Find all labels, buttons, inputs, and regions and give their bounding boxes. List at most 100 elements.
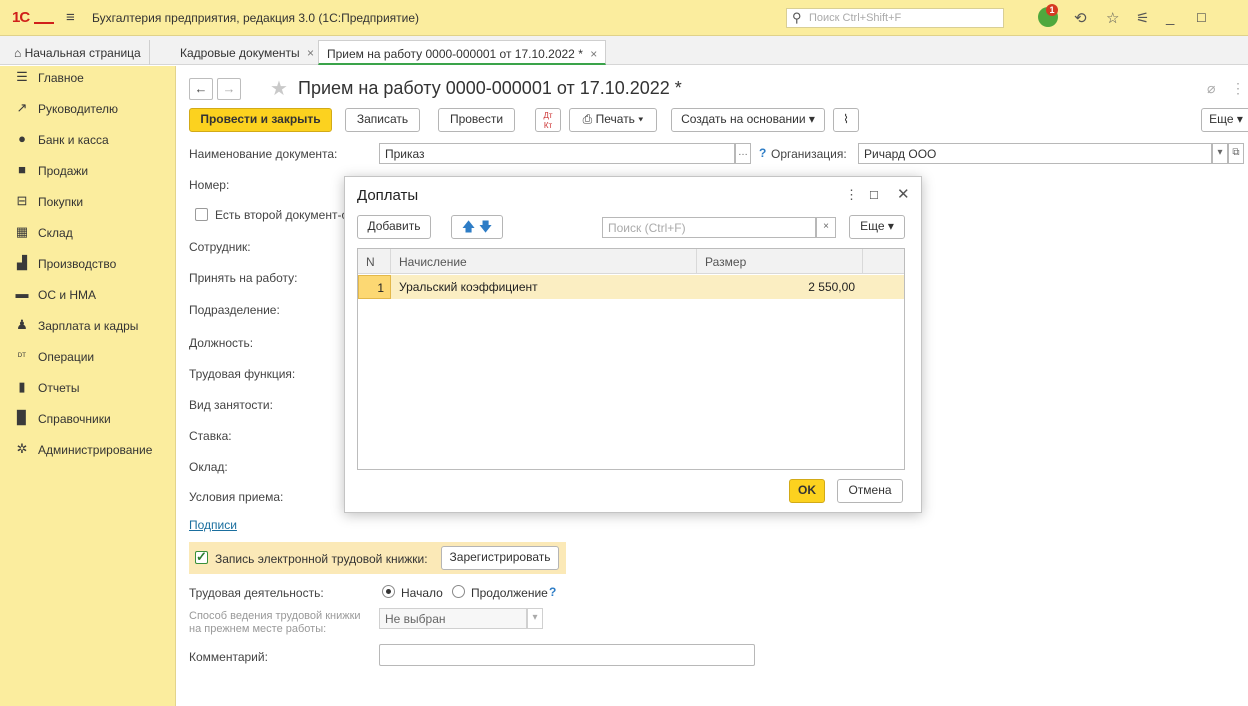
ok-button[interactable]: OK: [789, 479, 825, 503]
maximize-icon[interactable]: ☐: [1196, 11, 1207, 25]
history-icon[interactable]: ⟲: [1074, 9, 1087, 27]
electronic-workbook-checkbox[interactable]: [195, 549, 208, 565]
method-select[interactable]: Не выбран: [379, 608, 527, 629]
sidebar-item-label: Склад: [38, 226, 73, 240]
save-button[interactable]: Записать: [345, 108, 420, 132]
doc-name-field[interactable]: Приказ: [379, 143, 735, 164]
more-options-icon[interactable]: ⋮: [845, 187, 858, 203]
sidebar-item-administration[interactable]: ✲ Администрирование: [0, 438, 176, 462]
sidebar-item-sales[interactable]: ■ Продажи: [0, 159, 176, 183]
sidebar-item-label: Операции: [38, 350, 95, 364]
forward-button[interactable]: →: [217, 78, 241, 100]
close-icon[interactable]: ×: [307, 46, 314, 60]
column-header[interactable]: N: [358, 249, 391, 274]
radio-start[interactable]: [382, 585, 395, 598]
minimize-icon[interactable]: _: [1166, 9, 1174, 26]
main-menu-icon[interactable]: ≡: [66, 9, 75, 26]
favorite-star-icon[interactable]: ★: [270, 76, 288, 101]
link-icon[interactable]: ⌀: [1207, 80, 1215, 97]
second-doc-label: Есть второй документ-о: [215, 208, 349, 222]
accrual-cell[interactable]: Уральский коэффициент: [399, 275, 689, 299]
dt-kt-button[interactable]: Дт Кт: [535, 108, 561, 132]
post-and-close-button[interactable]: Провести и закрыть: [189, 108, 332, 132]
back-button[interactable]: ←: [189, 78, 213, 100]
conditions-label: Условия приема:: [189, 490, 284, 504]
radio-start-label: Начало: [401, 586, 443, 600]
sidebar-item-label: Продажи: [38, 164, 89, 178]
comment-field[interactable]: [379, 644, 755, 666]
dialog-more-button[interactable]: Еще ▾: [849, 215, 905, 239]
employment-type-label: Вид занятости:: [189, 398, 273, 412]
column-header[interactable]: Начисление: [391, 249, 697, 274]
select-button[interactable]: …: [735, 143, 751, 164]
salary-label: Оклад:: [189, 460, 228, 474]
global-search-input[interactable]: ⚲ Поиск Ctrl+Shift+F: [786, 8, 1004, 28]
print-button[interactable]: ⎙ Печать ▾: [569, 108, 657, 132]
open-icon[interactable]: ⧉: [1228, 143, 1244, 164]
add-button[interactable]: Добавить: [357, 215, 431, 239]
document-title: Прием на работу 0000-000001 от 17.10.202…: [298, 78, 682, 98]
arrow-up-icon[interactable]: 🡅: [462, 219, 475, 234]
more-button[interactable]: Еще ▾: [1201, 108, 1248, 132]
amount-cell[interactable]: 2 550,00: [697, 275, 855, 299]
help-icon[interactable]: ?: [549, 585, 556, 599]
close-icon[interactable]: ×: [590, 47, 597, 61]
dialog-search-input[interactable]: Поиск (Ctrl+F): [602, 217, 816, 238]
sidebar-item-main[interactable]: ☰ Главное: [0, 66, 176, 90]
tab-hr-documents[interactable]: Кадровые документы ×: [172, 40, 323, 65]
sidebar-item-salary[interactable]: ♟ Зарплата и кадры: [0, 314, 176, 338]
row-number: 1: [358, 275, 391, 299]
trend-icon: ↗: [16, 100, 28, 115]
global-search-placeholder: Поиск Ctrl+Shift+F: [809, 12, 902, 24]
register-button[interactable]: Зарегистрировать: [441, 546, 559, 570]
sidebar-item-production[interactable]: ▟ Производство: [0, 252, 176, 276]
column-header[interactable]: Размер: [697, 249, 863, 274]
radio-continue[interactable]: [452, 585, 465, 598]
tab-label: Прием на работу 0000-000001 от 17.10.202…: [327, 47, 583, 61]
coin-icon: ●: [18, 131, 26, 146]
organization-field[interactable]: Ричард ООО: [858, 143, 1212, 164]
sidebar-item-purchases[interactable]: ⊟ Покупки: [0, 190, 176, 214]
sidebar-item-label: Зарплата и кадры: [38, 319, 139, 333]
close-icon[interactable]: ✕: [897, 185, 910, 203]
maximize-icon[interactable]: ☐: [869, 189, 879, 202]
electronic-workbook-panel: Запись электронной трудовой книжки: Заре…: [189, 542, 566, 574]
employee-label: Сотрудник:: [189, 240, 251, 254]
sidebar-item-reports[interactable]: ▮ Отчеты: [0, 376, 176, 400]
sidebar-item-warehouse[interactable]: ▦ Склад: [0, 221, 176, 245]
post-button[interactable]: Провести: [438, 108, 515, 132]
sidebar-item-catalogs[interactable]: ▉ Справочники: [0, 407, 176, 431]
attach-button[interactable]: ⌇: [833, 108, 859, 132]
sidebar-item-manager[interactable]: ↗ Руководителю: [0, 97, 176, 121]
truck-icon: ▬: [15, 286, 29, 301]
notifications-badge: 1: [1046, 4, 1058, 16]
search-icon: ⚲: [792, 10, 802, 25]
table-row[interactable]: 1 Уральский коэффициент 2 550,00: [358, 275, 904, 299]
position-label: Должность:: [189, 336, 254, 350]
clear-search-icon[interactable]: ×: [816, 217, 836, 238]
create-based-on-button[interactable]: Создать на основании ▾: [671, 108, 825, 132]
sidebar-item-label: ОС и НМА: [38, 288, 97, 302]
favorites-icon[interactable]: ☆: [1106, 9, 1119, 27]
chevron-down-icon[interactable]: ▾: [1212, 143, 1228, 164]
more-options-icon[interactable]: ⋮: [1231, 80, 1245, 97]
number-label: Номер:: [189, 178, 230, 192]
tab-home[interactable]: ⌂ Начальная страница: [6, 40, 150, 65]
second-doc-checkbox[interactable]: [195, 208, 208, 221]
arrow-down-icon[interactable]: 🡇: [479, 219, 492, 234]
radio-continue-label: Продолжение: [471, 586, 548, 600]
move-buttons: 🡅 🡇: [451, 215, 503, 239]
sidebar-item-operations[interactable]: ᴰᵀ Операции: [0, 345, 176, 369]
help-icon[interactable]: ?: [759, 146, 766, 160]
settings-menu-icon[interactable]: ⚟: [1136, 9, 1149, 27]
cancel-button[interactable]: Отмена: [837, 479, 903, 503]
sidebar-item-fixed-assets[interactable]: ▬ ОС и НМА: [0, 283, 176, 307]
additional-payments-dialog: Доплаты ⋮ ☐ ✕ Добавить 🡅 🡇 Поиск (Ctrl+F…: [344, 176, 922, 513]
app-title: Бухгалтерия предприятия, редакция 3.0 (1…: [92, 11, 420, 25]
signatures-link[interactable]: Подписи: [189, 518, 237, 532]
tab-hire-document[interactable]: Прием на работу 0000-000001 от 17.10.202…: [318, 40, 607, 65]
printer-icon: ⎙: [582, 112, 593, 126]
bag-icon: ■: [18, 162, 26, 177]
chevron-down-icon[interactable]: ▾: [527, 608, 543, 629]
sidebar-item-bank[interactable]: ● Банк и касса: [0, 128, 176, 152]
